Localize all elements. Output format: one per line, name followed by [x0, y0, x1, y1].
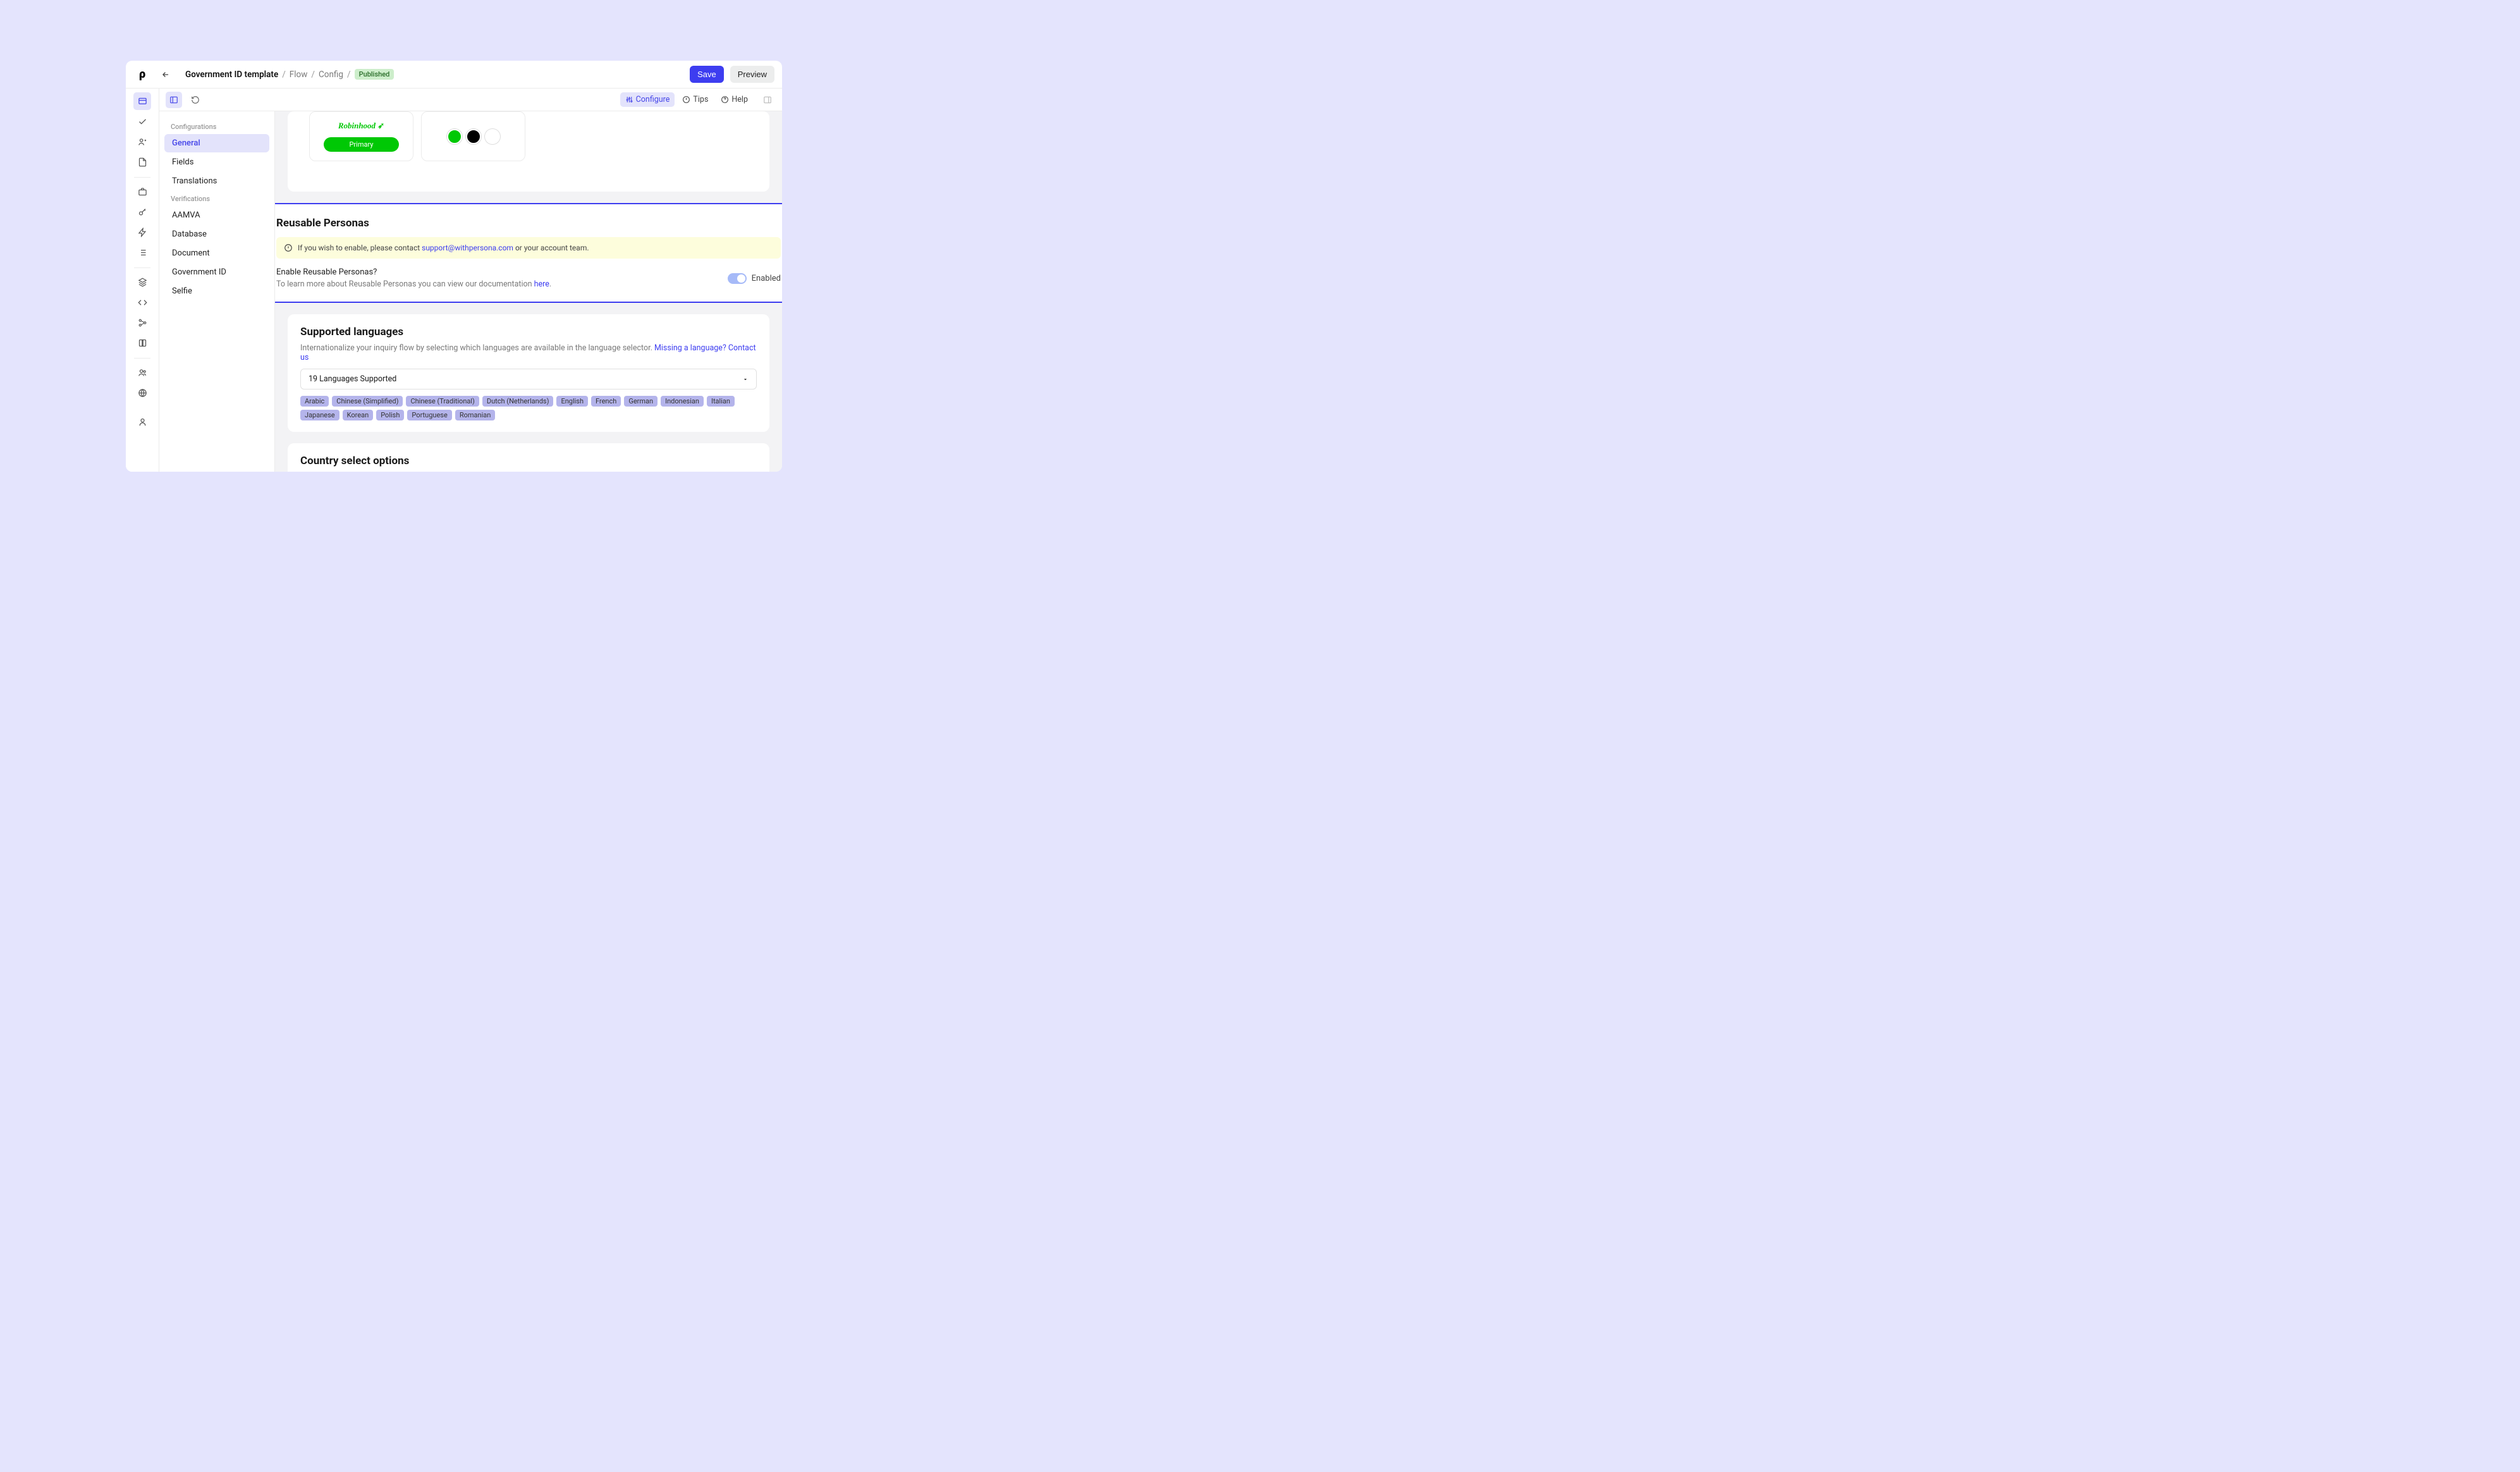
rail-code-icon[interactable]: [133, 293, 151, 311]
rail-globe-icon[interactable]: [133, 384, 151, 402]
rail-layers-icon[interactable]: [133, 273, 151, 291]
chevron-down-icon: [742, 376, 749, 383]
chip[interactable]: Polish: [376, 410, 404, 420]
tips-tab[interactable]: Tips: [677, 92, 713, 107]
languages-title: Supported languages: [300, 326, 757, 338]
chip[interactable]: Dutch (Netherlands): [482, 396, 554, 407]
rail-inquiries-icon[interactable]: [133, 92, 151, 110]
rail-users-icon[interactable]: [133, 364, 151, 381]
chip[interactable]: English: [556, 396, 588, 407]
chip[interactable]: Portuguese: [407, 410, 451, 420]
brand-logo: Robinhood ➶: [338, 121, 384, 131]
reusable-personas-card: Reusable Personas If you wish to enable,…: [275, 203, 782, 303]
sidepanel-fields[interactable]: Fields: [164, 153, 269, 171]
rail-key-icon[interactable]: [133, 203, 151, 221]
sidepanel-aamva[interactable]: AAMVA: [164, 206, 269, 224]
languages-card: Supported languages Internationalize you…: [288, 314, 769, 432]
right-panel-toggle-icon[interactable]: [759, 92, 776, 108]
sidepanel-translations[interactable]: Translations: [164, 172, 269, 190]
sidepanel-selfie[interactable]: Selfie: [164, 282, 269, 300]
status-badge: Published: [355, 69, 395, 80]
rail-book-icon[interactable]: [133, 334, 151, 352]
icon-rail: [126, 89, 159, 472]
breadcrumb-config[interactable]: Config: [319, 70, 343, 80]
swatch-green[interactable]: [447, 129, 462, 144]
reusable-question: Enable Reusable Personas?: [276, 267, 551, 277]
chip[interactable]: Italian: [707, 396, 735, 407]
countries-title: Country select options: [300, 455, 757, 467]
configurations-heading: Configurations: [164, 119, 269, 133]
support-email-link[interactable]: support@withpersona.com: [422, 243, 513, 252]
rail-bolt-icon[interactable]: [133, 223, 151, 241]
reusable-docs-link[interactable]: here: [534, 279, 549, 289]
sidepanel-document[interactable]: Document: [164, 244, 269, 262]
panel-toggle-icon[interactable]: [166, 92, 182, 108]
app-frame: ρ Government ID template / Flow / Config…: [126, 61, 782, 472]
config-sidepanel: Configurations General Fields Translatio…: [159, 111, 275, 472]
rail-briefcase-icon[interactable]: [133, 183, 151, 200]
preview-button[interactable]: Preview: [730, 66, 774, 83]
primary-button-preview: Primary: [324, 137, 398, 152]
swatch-white[interactable]: [485, 129, 500, 144]
sidepanel-government-id[interactable]: Government ID: [164, 263, 269, 281]
app-logo: ρ: [133, 68, 151, 81]
configure-tab[interactable]: Configure: [620, 92, 675, 107]
chip[interactable]: German: [624, 396, 658, 407]
sidepanel-general[interactable]: General: [164, 134, 269, 152]
sidepanel-database[interactable]: Database: [164, 225, 269, 243]
rail-user-plus-icon[interactable]: [133, 133, 151, 150]
rail-account-icon[interactable]: [133, 413, 151, 431]
help-tab[interactable]: Help: [716, 92, 753, 107]
languages-chip-row: ArabicChinese (Simplified)Chinese (Tradi…: [300, 396, 757, 420]
chip[interactable]: Romanian: [455, 410, 496, 420]
chip[interactable]: Korean: [343, 410, 374, 420]
languages-select[interactable]: 19 Languages Supported: [300, 369, 757, 389]
chip[interactable]: French: [591, 396, 621, 407]
breadcrumb-title: Government ID template: [185, 70, 278, 80]
rail-check-icon[interactable]: [133, 113, 151, 130]
save-button[interactable]: Save: [690, 66, 724, 83]
chip[interactable]: Japanese: [300, 410, 339, 420]
subbar: Configure Tips Help: [159, 89, 782, 111]
chip[interactable]: Chinese (Simplified): [332, 396, 403, 407]
back-button[interactable]: [157, 70, 174, 79]
chip[interactable]: Arabic: [300, 396, 329, 407]
rail-share-icon[interactable]: [133, 314, 151, 331]
countries-card: Country select options Countries that us…: [288, 443, 769, 472]
reusable-title: Reusable Personas: [276, 217, 781, 230]
breadcrumb: Government ID template / Flow / Config /…: [185, 69, 394, 80]
breadcrumb-flow[interactable]: Flow: [290, 70, 308, 80]
chip[interactable]: Chinese (Traditional): [406, 396, 479, 407]
reusable-toggle[interactable]: [728, 273, 747, 284]
topbar: ρ Government ID template / Flow / Config…: [126, 61, 782, 89]
reusable-alert: If you wish to enable, please contact su…: [276, 237, 781, 259]
chip[interactable]: Indonesian: [661, 396, 704, 407]
theme-mockup-primary: Robinhood ➶ Primary: [309, 111, 413, 161]
theme-swatches: [421, 111, 525, 161]
theme-preview-card: Robinhood ➶ Primary: [288, 111, 769, 192]
main-content: Robinhood ➶ Primary Reusable Personas: [275, 111, 782, 472]
undo-icon[interactable]: [187, 92, 204, 108]
swatch-black[interactable]: [466, 129, 481, 144]
body: Configurations General Fields Translatio…: [126, 111, 782, 472]
reusable-enabled-label: Enabled: [752, 274, 781, 283]
rail-list-icon[interactable]: [133, 243, 151, 261]
verifications-heading: Verifications: [164, 191, 269, 205]
rail-document-icon[interactable]: [133, 153, 151, 171]
